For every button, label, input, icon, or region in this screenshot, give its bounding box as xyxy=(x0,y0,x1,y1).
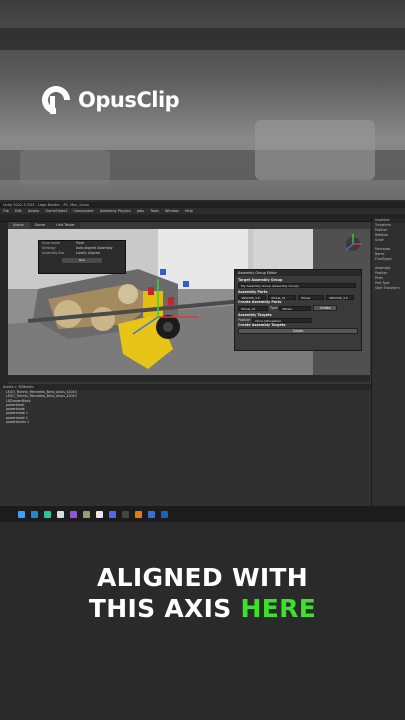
popup-row-label: Assembly Box xyxy=(42,251,65,255)
menu-tools[interactable]: Tools xyxy=(150,209,159,213)
create-target-button[interactable]: Create xyxy=(238,328,358,334)
menu-file[interactable]: File xyxy=(3,209,9,213)
run-button[interactable]: Run xyxy=(62,258,102,263)
popup-row-value[interactable]: Locally aligned xyxy=(76,251,100,256)
menu-window[interactable]: Window xyxy=(165,209,179,213)
blender-icon[interactable] xyxy=(135,510,142,518)
video-frame: OpusClip Unity 2022.3.21f1 - Lego Builde… xyxy=(0,0,405,720)
popup-row[interactable]: Assembly Box Locally aligned xyxy=(39,251,125,256)
gimp-icon[interactable] xyxy=(83,510,90,518)
snap-settings-popup: Snap mode Pivot Strategy Auto aligned As… xyxy=(38,240,126,274)
type-label: Type xyxy=(270,305,278,310)
windows-icon[interactable] xyxy=(18,510,25,518)
inspector-line: FluidTypes xyxy=(375,257,392,261)
menu-help[interactable]: Help xyxy=(185,209,193,213)
unity-icon[interactable] xyxy=(57,510,64,518)
video-caption: ALIGNED WITH THIS AXIS HERE xyxy=(0,562,405,624)
menu-component[interactable]: Component xyxy=(73,209,93,213)
discord-icon[interactable] xyxy=(109,510,116,518)
new-part-id-field[interactable]: Wheel_01 xyxy=(238,305,268,311)
terminal-icon[interactable] xyxy=(122,510,129,518)
brand-watermark: OpusClip xyxy=(40,84,180,116)
blur-band xyxy=(0,28,405,50)
target-field[interactable]: My Assembly Group (Assembly Group) xyxy=(238,283,356,288)
panel-title: Assembly Group Editor xyxy=(235,270,361,276)
project-panel: Assets > 3DModels LEGO_Technic_Mercedes_… xyxy=(0,384,371,522)
menu-edit[interactable]: Edit xyxy=(15,209,22,213)
caption-highlight: HERE xyxy=(240,594,317,623)
outlook-icon[interactable] xyxy=(161,510,168,518)
inspector-line: Scale xyxy=(375,238,384,242)
menu-jobs[interactable]: Jobs xyxy=(137,209,144,213)
blur-blob xyxy=(20,150,110,185)
create-target-wrap: Create xyxy=(235,328,361,334)
caption-line-2-text: THIS AXIS xyxy=(88,594,241,623)
inspector-line: Start Transform xyxy=(375,286,400,290)
list-item[interactable]: powerblocks 1 xyxy=(0,420,371,424)
vs-icon[interactable] xyxy=(70,510,77,518)
blur-blob xyxy=(255,120,375,180)
tab-game[interactable]: Game xyxy=(29,222,51,228)
target-row: My Assembly Group (Assembly Group) xyxy=(235,283,361,288)
menu-assets[interactable]: Assets xyxy=(28,209,39,213)
menu-gameobject[interactable]: GameObject xyxy=(45,209,67,213)
windows-taskbar xyxy=(0,506,405,522)
create-part-row: Wheel_01 Type Wheel Create xyxy=(235,305,361,311)
caption-line-2: THIS AXIS HERE xyxy=(0,593,405,624)
caption-line-1: ALIGNED WITH xyxy=(96,563,308,592)
scene-tool-strip[interactable] xyxy=(0,222,8,392)
github-icon[interactable] xyxy=(96,510,103,518)
assembly-group-editor: Assembly Group Editor Target Assembly Gr… xyxy=(234,269,362,351)
vscode-icon[interactable] xyxy=(31,510,38,518)
editor-toolbar xyxy=(0,214,405,222)
store-icon[interactable] xyxy=(148,510,155,518)
unity-editor: Unity 2022.3.21f1 - Lego Builder - PC, M… xyxy=(0,202,405,522)
create-part-button[interactable]: Create xyxy=(313,305,338,311)
new-part-type-field[interactable]: Wheel xyxy=(279,305,312,311)
scene-bottom-bar: Scene Helper xyxy=(8,375,370,391)
edge-icon[interactable] xyxy=(44,510,51,518)
tab-unit-tester[interactable]: Unit Tester xyxy=(51,222,80,228)
scene-tabs: Scene Game Unit Tester xyxy=(8,222,81,228)
part-type-field[interactable]: Wheel xyxy=(298,295,324,300)
menu-assembly-physics[interactable]: Assembly Physics xyxy=(100,209,131,213)
tab-scene[interactable]: Scene xyxy=(8,222,29,228)
inspector-panel: Inspector Transform Position Rotation Sc… xyxy=(371,218,405,522)
brand-name: OpusClip xyxy=(78,88,180,112)
opusclip-logo-icon xyxy=(42,86,70,114)
part-extra-field[interactable]: 4NSCDB_4.6 xyxy=(326,295,354,300)
